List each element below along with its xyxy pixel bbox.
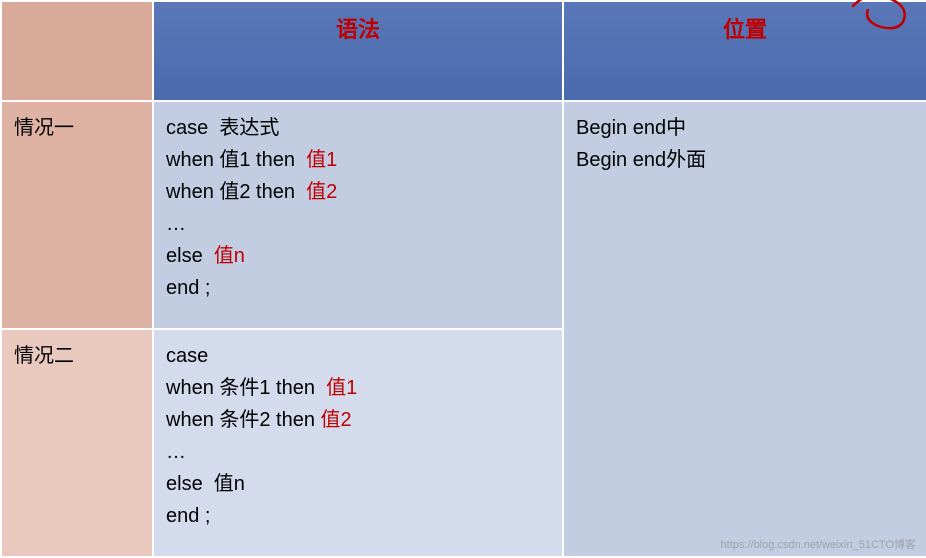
code-line: case 表达式 (166, 112, 550, 144)
header-blank (1, 1, 153, 101)
code-line: when 条件2 then 值2 (166, 404, 550, 436)
row-label-2: 情况二 (1, 329, 153, 557)
row-label-1: 情况一 (1, 101, 153, 329)
code-line: else 值n (166, 468, 550, 500)
code-line: end ; (166, 500, 550, 532)
code-line: when 值2 then 值2 (166, 176, 550, 208)
table-row: 情况一 case 表达式 when 值1 then 值1 when 值2 the… (1, 101, 926, 329)
code-line: end ; (166, 272, 550, 304)
code-line: when 值1 then 值1 (166, 144, 550, 176)
syntax-cell-2: case when 条件1 then 值1 when 条件2 then 值2 …… (153, 329, 563, 557)
position-line: Begin end外面 (576, 144, 914, 176)
header-position: 位置 (563, 1, 926, 101)
code-line: when 条件1 then 值1 (166, 372, 550, 404)
case-syntax-table-container: { "headers": { "blank": "", "syntax": "语… (0, 0, 926, 558)
syntax-cell-1: case 表达式 when 值1 then 值1 when 值2 then 值2… (153, 101, 563, 329)
code-line: else 值n (166, 240, 550, 272)
code-line: … (166, 436, 550, 468)
position-cell: Begin end中 Begin end外面 (563, 101, 926, 557)
header-syntax: 语法 (153, 1, 563, 101)
header-row: 语法 位置 (1, 1, 926, 101)
code-line: case (166, 340, 550, 372)
code-line: … (166, 208, 550, 240)
position-line: Begin end中 (576, 112, 914, 144)
case-syntax-table: 语法 位置 情况一 case 表达式 when 值1 then 值1 when … (0, 0, 926, 558)
